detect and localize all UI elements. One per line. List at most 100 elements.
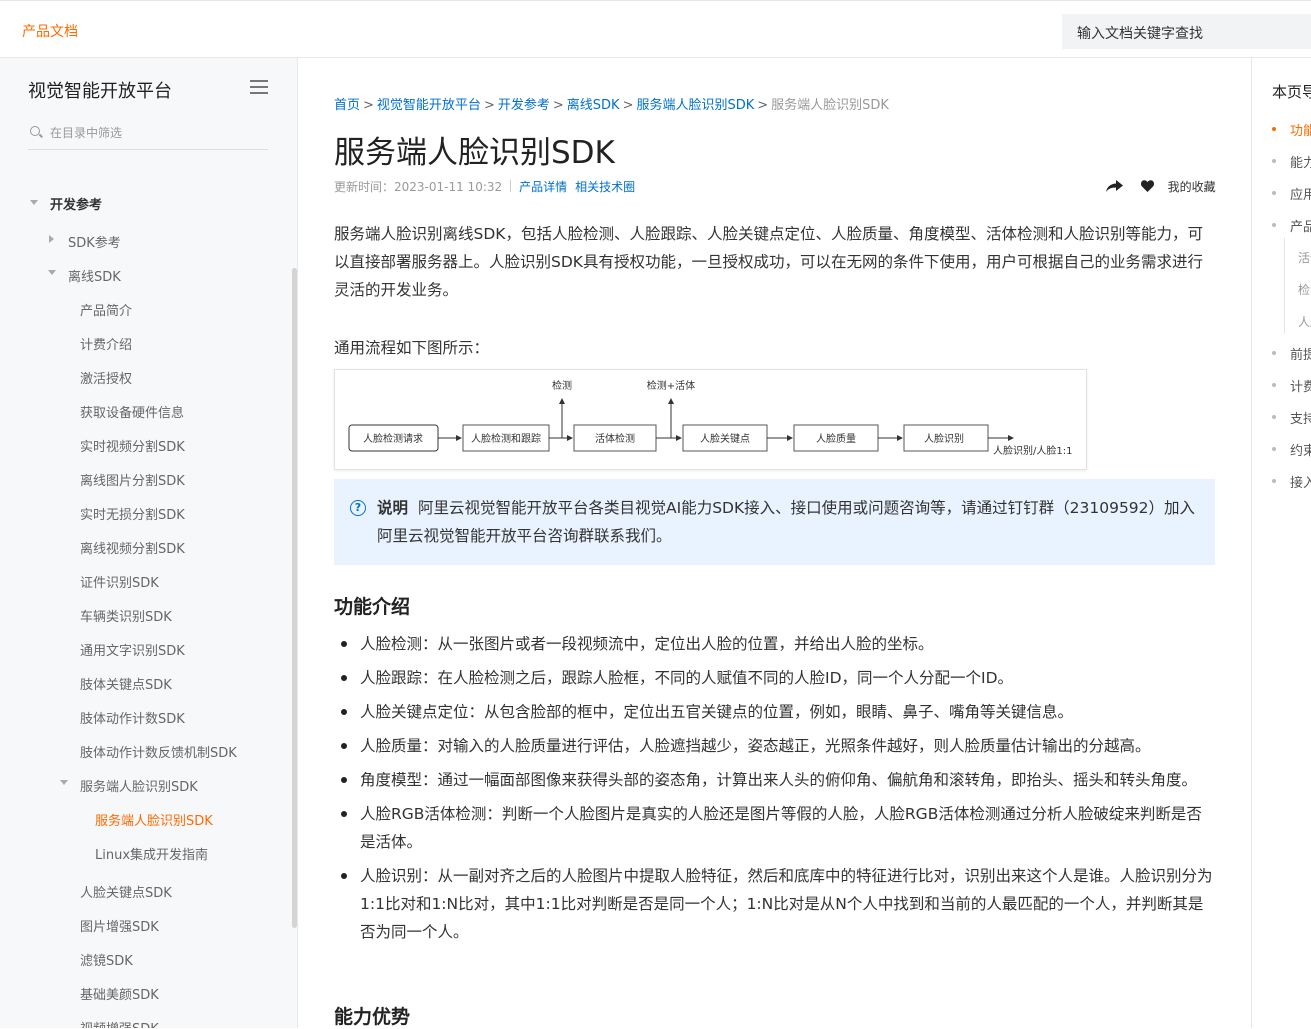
product-docs-link[interactable]: 产品文档 xyxy=(22,21,78,41)
sidebar-item[interactable]: 实时视频分割SDK xyxy=(80,436,185,455)
breadcrumb: 首页 > 视觉智能开放平台 > 开发参考 > 离线SDK > 服务端人脸识别SDK > 服务端人脸识… xyxy=(334,98,889,113)
page-toc: 本页导读 功能 能力 应用 产品 活体 检测 人脸 前提 计费 支持 约束 接入 xyxy=(1251,58,1311,1028)
feature-list: 人脸检测：从一张图片或者一段视频流中，定位出人脸的位置，并给出人脸的坐标。 人脸… xyxy=(334,630,1216,952)
toc-bullet xyxy=(1272,447,1276,451)
doc-search-input[interactable]: 输入文档关键字查找 xyxy=(1062,14,1311,49)
flow-node-label: 人脸质量 xyxy=(816,432,856,445)
list-item: 人脸质量：对输入的人脸质量进行评估，人脸遮挡越少，姿态越正，光照条件越好，则人脸… xyxy=(334,732,1216,760)
sidebar-item[interactable]: 人脸关键点SDK xyxy=(80,882,172,901)
toc-bullet xyxy=(1272,383,1276,387)
toc-subitem[interactable]: 人脸 xyxy=(1298,313,1311,330)
heart-icon[interactable] xyxy=(1140,180,1154,192)
flow-label: 通用流程如下图所示： xyxy=(334,339,490,357)
favorite-button[interactable]: 我的收藏 xyxy=(1168,180,1216,194)
tech-circle-link[interactable]: 相关技术圈 xyxy=(575,180,635,194)
toc-title: 本页导读 xyxy=(1272,83,1311,101)
flow-node-label: 人脸关键点 xyxy=(700,432,750,445)
breadcrumb-link[interactable]: 离线SDK xyxy=(567,98,620,113)
chevron-right-icon[interactable] xyxy=(49,235,54,243)
product-detail-link[interactable]: 产品详情 xyxy=(519,180,567,194)
list-item: 人脸RGB活体检测：判断一个人脸图片是真实的人脸还是图片等假的人脸，人脸RGB活… xyxy=(334,800,1216,856)
sidebar-item[interactable]: 证件识别SDK xyxy=(80,572,159,591)
sidebar-item[interactable]: 视频增强SDK xyxy=(80,1018,159,1028)
toc-item[interactable]: 产品 xyxy=(1290,216,1311,235)
sidebar-item-linux-guide[interactable]: Linux集成开发指南 xyxy=(95,844,208,863)
section-heading-advantages: 能力优势 xyxy=(334,1006,411,1028)
sidebar-item[interactable]: 离线视频分割SDK xyxy=(80,538,185,557)
sidebar-filter-placeholder: 在目录中筛选 xyxy=(50,126,123,140)
toc-sub-divider xyxy=(1284,238,1285,334)
sidebar-item-offline-sdk[interactable]: 离线SDK xyxy=(68,266,121,285)
flow-end-label: 人脸识别/人脸1:1 xyxy=(993,444,1072,457)
sidebar-item[interactable]: 肢体关键点SDK xyxy=(80,674,172,693)
list-item: 人脸关键点定位：从包含脸部的框中，定位出五官关键点的位置，例如，眼睛、鼻子、嘴角… xyxy=(334,698,1216,726)
toc-subitem[interactable]: 检测 xyxy=(1298,281,1311,298)
sidebar-item[interactable]: 图片增强SDK xyxy=(80,916,159,935)
sidebar-item-face-sdk-active[interactable]: 服务端人脸识别SDK xyxy=(95,810,213,829)
sidebar-item[interactable]: 激活授权 xyxy=(80,368,132,387)
toc-bullet xyxy=(1272,351,1276,355)
sidebar-item[interactable]: 肢体动作计数SDK xyxy=(80,708,185,727)
sidebar-item[interactable]: 基础美颜SDK xyxy=(80,984,159,1003)
flow-top-label: 检测+活体 xyxy=(647,379,695,392)
toc-item[interactable]: 支持 xyxy=(1290,408,1311,427)
toc-bullet xyxy=(1272,191,1276,195)
sidebar-item-sdk-reference[interactable]: SDK参考 xyxy=(68,232,121,251)
flow-node-label: 人脸检测和跟踪 xyxy=(471,432,541,445)
breadcrumb-link[interactable]: 开发参考 xyxy=(498,98,550,113)
search-icon xyxy=(30,126,40,136)
flow-diagram: 人脸检测请求 人脸检测和跟踪 活体检测 人脸关键点 人脸质量 人脸识别 检测 检… xyxy=(334,369,1087,470)
toc-bullet xyxy=(1272,159,1276,163)
toc-item[interactable]: 计费 xyxy=(1290,376,1311,395)
list-item: 人脸识别：从一副对齐之后的人脸图片中提取人脸特征，然后和底库中的特征进行比对，识… xyxy=(334,862,1216,946)
toc-item[interactable]: 约束 xyxy=(1290,440,1311,459)
share-icon[interactable] xyxy=(1106,180,1123,192)
page-title: 服务端人脸识别SDK xyxy=(334,135,615,171)
sidebar-item-face-sdk-group[interactable]: 服务端人脸识别SDK xyxy=(80,776,198,795)
top-bar: 产品文档 输入文档关键字查找 xyxy=(0,0,1311,58)
sidebar-section-dev-reference[interactable]: 开发参考 xyxy=(50,194,102,213)
sidebar-item[interactable]: 产品简介 xyxy=(80,300,132,319)
flow-top-label: 检测 xyxy=(552,379,572,392)
chevron-down-icon[interactable] xyxy=(48,270,56,275)
sidebar-item[interactable]: 获取设备硬件信息 xyxy=(80,402,184,421)
sidebar-scrollbar[interactable] xyxy=(292,268,297,928)
intro-paragraph: 服务端人脸识别离线SDK，包括人脸检测、人脸跟踪、人脸关键点定位、人脸质量、角度… xyxy=(334,225,1203,299)
toc-item[interactable]: 应用 xyxy=(1290,184,1311,203)
sidebar-item[interactable]: 离线图片分割SDK xyxy=(80,470,185,489)
flow-node-label: 人脸识别 xyxy=(924,432,964,445)
toc-item[interactable]: 前提 xyxy=(1290,344,1311,363)
chevron-down-icon[interactable] xyxy=(60,780,68,785)
page-tools: 我的收藏 xyxy=(1106,178,1216,195)
list-item: 人脸跟踪：在人脸检测之后，跟踪人脸框，不同的人赋值不同的人脸ID，同一个人分配一… xyxy=(334,664,1216,692)
sidebar-item[interactable]: 肢体动作计数反馈机制SDK xyxy=(80,742,237,761)
toc-bullet xyxy=(1272,479,1276,483)
sidebar-item[interactable]: 通用文字识别SDK xyxy=(80,640,185,659)
toc-bullet xyxy=(1272,127,1276,131)
toc-bullet xyxy=(1272,223,1276,227)
sidebar-item[interactable]: 滤镜SDK xyxy=(80,950,133,969)
sidebar-item[interactable]: 计费介绍 xyxy=(80,334,132,353)
chevron-down-icon[interactable] xyxy=(30,200,38,205)
sidebar-title: 视觉智能开放平台 xyxy=(28,81,172,102)
toc-item[interactable]: 功能 xyxy=(1290,120,1311,139)
menu-icon[interactable] xyxy=(250,80,268,94)
breadcrumb-link[interactable]: 首页 xyxy=(334,98,360,113)
breadcrumb-link[interactable]: 服务端人脸识别SDK xyxy=(636,98,754,113)
sidebar-filter-input[interactable]: 在目录中筛选 xyxy=(28,122,268,150)
sidebar-item[interactable]: 车辆类识别SDK xyxy=(80,606,172,625)
list-item: 角度模型：通过一幅面部图像来获得头部的姿态角，计算出来人头的俯仰角、偏航角和滚转… xyxy=(334,766,1216,794)
toc-subitem[interactable]: 活体 xyxy=(1298,249,1311,266)
toc-item[interactable]: 能力 xyxy=(1290,152,1311,171)
toc-item[interactable]: 接入 xyxy=(1290,472,1311,491)
flow-node-label: 人脸检测请求 xyxy=(363,432,423,445)
breadcrumb-link[interactable]: 视觉智能开放平台 xyxy=(377,98,481,113)
list-item: 人脸检测：从一张图片或者一段视频流中，定位出人脸的位置，并给出人脸的坐标。 xyxy=(334,630,1216,658)
flow-node-label: 活体检测 xyxy=(595,432,635,445)
section-heading-features: 功能介绍 xyxy=(334,596,411,618)
updated-time: 更新时间：2023-01-11 10:32 xyxy=(334,180,503,194)
top-divider xyxy=(0,0,1311,4)
toc-bullet xyxy=(1272,415,1276,419)
note-label: 说明 xyxy=(377,499,409,517)
sidebar-item[interactable]: 实时无损分割SDK xyxy=(80,504,185,523)
